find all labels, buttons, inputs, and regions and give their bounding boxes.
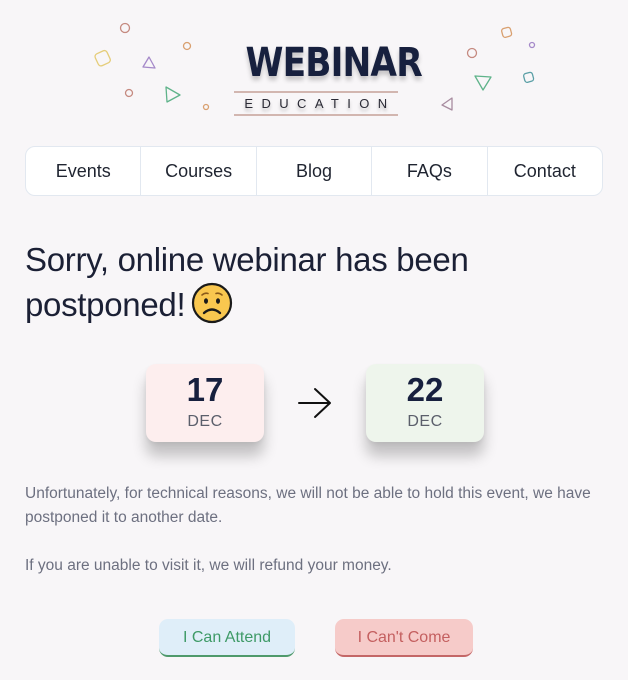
new-date-card: 22 DEC xyxy=(366,364,484,442)
nav-item-courses[interactable]: Courses xyxy=(141,147,257,195)
can-attend-button[interactable]: I Can Attend xyxy=(159,619,295,657)
circle-shape-icon xyxy=(202,103,210,111)
circle-shape-icon xyxy=(124,88,134,98)
nav-item-contact[interactable]: Contact xyxy=(488,147,602,195)
logo-subtitle: EDUCATION xyxy=(244,96,396,111)
triangle-shape-icon xyxy=(441,97,453,111)
triangle-shape-icon xyxy=(165,86,181,103)
cant-come-button[interactable]: I Can't Come xyxy=(335,619,473,657)
main-nav: Events Courses Blog FAQs Contact xyxy=(25,146,603,196)
right-arrow-icon xyxy=(298,388,331,418)
circle-shape-icon xyxy=(182,41,192,51)
nav-item-faqs[interactable]: FAQs xyxy=(372,147,488,195)
logo: WEBINAR EDUCATION xyxy=(234,40,423,116)
original-date-card: 17 DEC xyxy=(146,364,264,442)
nav-item-events[interactable]: Events xyxy=(26,147,142,195)
original-date-month: DEC xyxy=(187,413,223,430)
circle-shape-icon xyxy=(119,22,131,34)
circle-shape-icon xyxy=(528,41,536,49)
square-shape-icon xyxy=(501,26,513,38)
nav-item-blog[interactable]: Blog xyxy=(257,147,373,195)
refund-message: If you are unable to visit it, we will r… xyxy=(25,557,392,574)
original-date-day: 17 xyxy=(186,371,224,408)
headline-text: Sorry, online webinar has been postponed… xyxy=(25,241,469,323)
postpone-message: Unfortunately, for technical reasons, we… xyxy=(25,485,591,526)
square-shape-icon xyxy=(94,49,111,67)
triangle-shape-icon xyxy=(142,56,156,69)
page-headline: Sorry, online webinar has been postponed… xyxy=(25,238,525,327)
triangle-shape-icon xyxy=(474,75,492,91)
new-date-day: 22 xyxy=(406,371,444,408)
new-date-month: DEC xyxy=(407,413,443,430)
square-shape-icon xyxy=(523,71,535,83)
circle-shape-icon xyxy=(466,47,478,59)
logo-subtitle-bar: EDUCATION xyxy=(234,91,398,116)
worried-face-icon xyxy=(192,282,233,324)
header: WEBINAR EDUCATION xyxy=(0,0,628,135)
logo-title: WEBINAR xyxy=(245,40,422,86)
